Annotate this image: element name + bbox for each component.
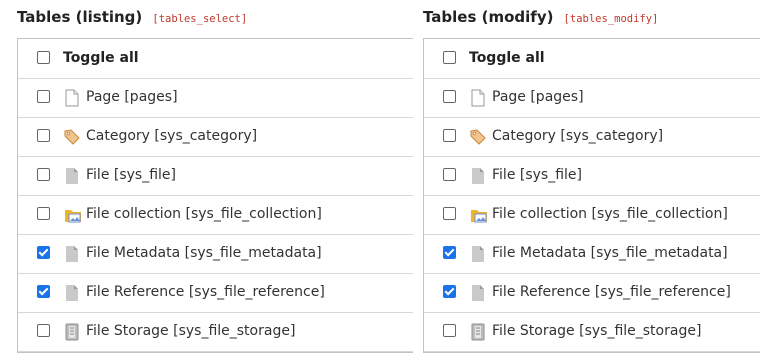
table-label: File Storage [sys_file_storage] [492, 323, 702, 339]
file-icon [64, 167, 80, 185]
file-icon [470, 284, 486, 302]
table-label: File Metadata [sys_file_metadata] [86, 245, 322, 261]
tag-icon [64, 128, 80, 146]
table-label: Page [pages] [492, 89, 584, 105]
table-label: File collection [sys_file_collection] [492, 206, 728, 222]
table-label: File Storage [sys_file_storage] [86, 323, 296, 339]
table-checkbox[interactable] [443, 285, 456, 298]
file-icon [64, 245, 80, 263]
storage-icon [64, 323, 80, 341]
table-row[interactable]: File Storage [sys_file_storage] [18, 312, 413, 352]
table-label: File collection [sys_file_collection] [86, 206, 322, 222]
page-icon [64, 89, 80, 107]
tables-listing-title: Tables (listing) [tables_select] [17, 7, 247, 26]
table-row[interactable]: File Reference [sys_file_reference] [18, 273, 413, 313]
table-row[interactable]: Category [sys_category] [424, 117, 760, 157]
table-checkbox[interactable] [37, 129, 50, 142]
table-checkbox[interactable] [443, 246, 456, 259]
folder-image-icon [470, 206, 487, 224]
table-checkbox[interactable] [443, 207, 456, 220]
table-label: File [sys_file] [86, 167, 176, 183]
toggle-all-row[interactable]: Toggle all [18, 39, 413, 79]
table-checkbox[interactable] [37, 324, 50, 337]
section-title: Tables (modify) [423, 8, 554, 26]
table-label: Page [pages] [86, 89, 178, 105]
table-row[interactable]: Page [pages] [424, 78, 760, 118]
table-checkbox[interactable] [443, 168, 456, 181]
toggle-all-checkbox[interactable] [443, 51, 456, 64]
field-key: [tables_select] [152, 13, 248, 25]
toggle-all-row[interactable]: Toggle all [424, 39, 760, 79]
tag-icon [470, 128, 486, 146]
table-checkbox[interactable] [37, 285, 50, 298]
file-icon [470, 245, 486, 263]
file-icon [470, 167, 486, 185]
toggle-all-label: Toggle all [63, 50, 139, 66]
table-label: File [sys_file] [492, 167, 582, 183]
table-row[interactable]: File collection [sys_file_collection] [18, 195, 413, 235]
table-checkbox[interactable] [37, 90, 50, 103]
table-checkbox[interactable] [443, 324, 456, 337]
table-row[interactable]: Page [pages] [18, 78, 413, 118]
tables-modify-list: Toggle all Page [pages] Category [sys_cat… [423, 38, 760, 353]
table-label: File Metadata [sys_file_metadata] [492, 245, 728, 261]
file-icon [64, 284, 80, 302]
table-row[interactable]: File Storage [sys_file_storage] [424, 312, 760, 352]
table-row[interactable]: File [sys_file] [18, 156, 413, 196]
folder-image-icon [64, 206, 81, 224]
storage-icon [470, 323, 486, 341]
tables-listing-list: Toggle all Page [pages] Category [sys_cat… [17, 38, 413, 353]
toggle-all-label: Toggle all [469, 50, 545, 66]
table-row[interactable]: Category [sys_category] [18, 117, 413, 157]
table-row[interactable]: File [sys_file] [424, 156, 760, 196]
table-label: File Reference [sys_file_reference] [492, 284, 731, 300]
section-title: Tables (listing) [17, 8, 143, 26]
table-label: Category [sys_category] [492, 128, 664, 144]
table-row[interactable]: File Metadata [sys_file_metadata] [18, 234, 413, 274]
table-row[interactable]: File collection [sys_file_collection] [424, 195, 760, 235]
tables-listing-column: Tables (listing) [tables_select] Toggle … [0, 0, 413, 353]
table-row[interactable]: File Reference [sys_file_reference] [424, 273, 760, 313]
field-key: [tables_modify] [563, 13, 659, 25]
table-checkbox[interactable] [443, 90, 456, 103]
page-icon [470, 89, 486, 107]
table-checkbox[interactable] [37, 207, 50, 220]
table-label: File Reference [sys_file_reference] [86, 284, 325, 300]
table-checkbox[interactable] [37, 246, 50, 259]
table-label: Category [sys_category] [86, 128, 258, 144]
table-checkbox[interactable] [37, 168, 50, 181]
table-row[interactable]: File Metadata [sys_file_metadata] [424, 234, 760, 274]
table-checkbox[interactable] [443, 129, 456, 142]
toggle-all-checkbox[interactable] [37, 51, 50, 64]
tables-modify-column: Tables (modify) [tables_modify] Toggle a… [418, 0, 760, 353]
tables-modify-title: Tables (modify) [tables_modify] [423, 7, 658, 26]
